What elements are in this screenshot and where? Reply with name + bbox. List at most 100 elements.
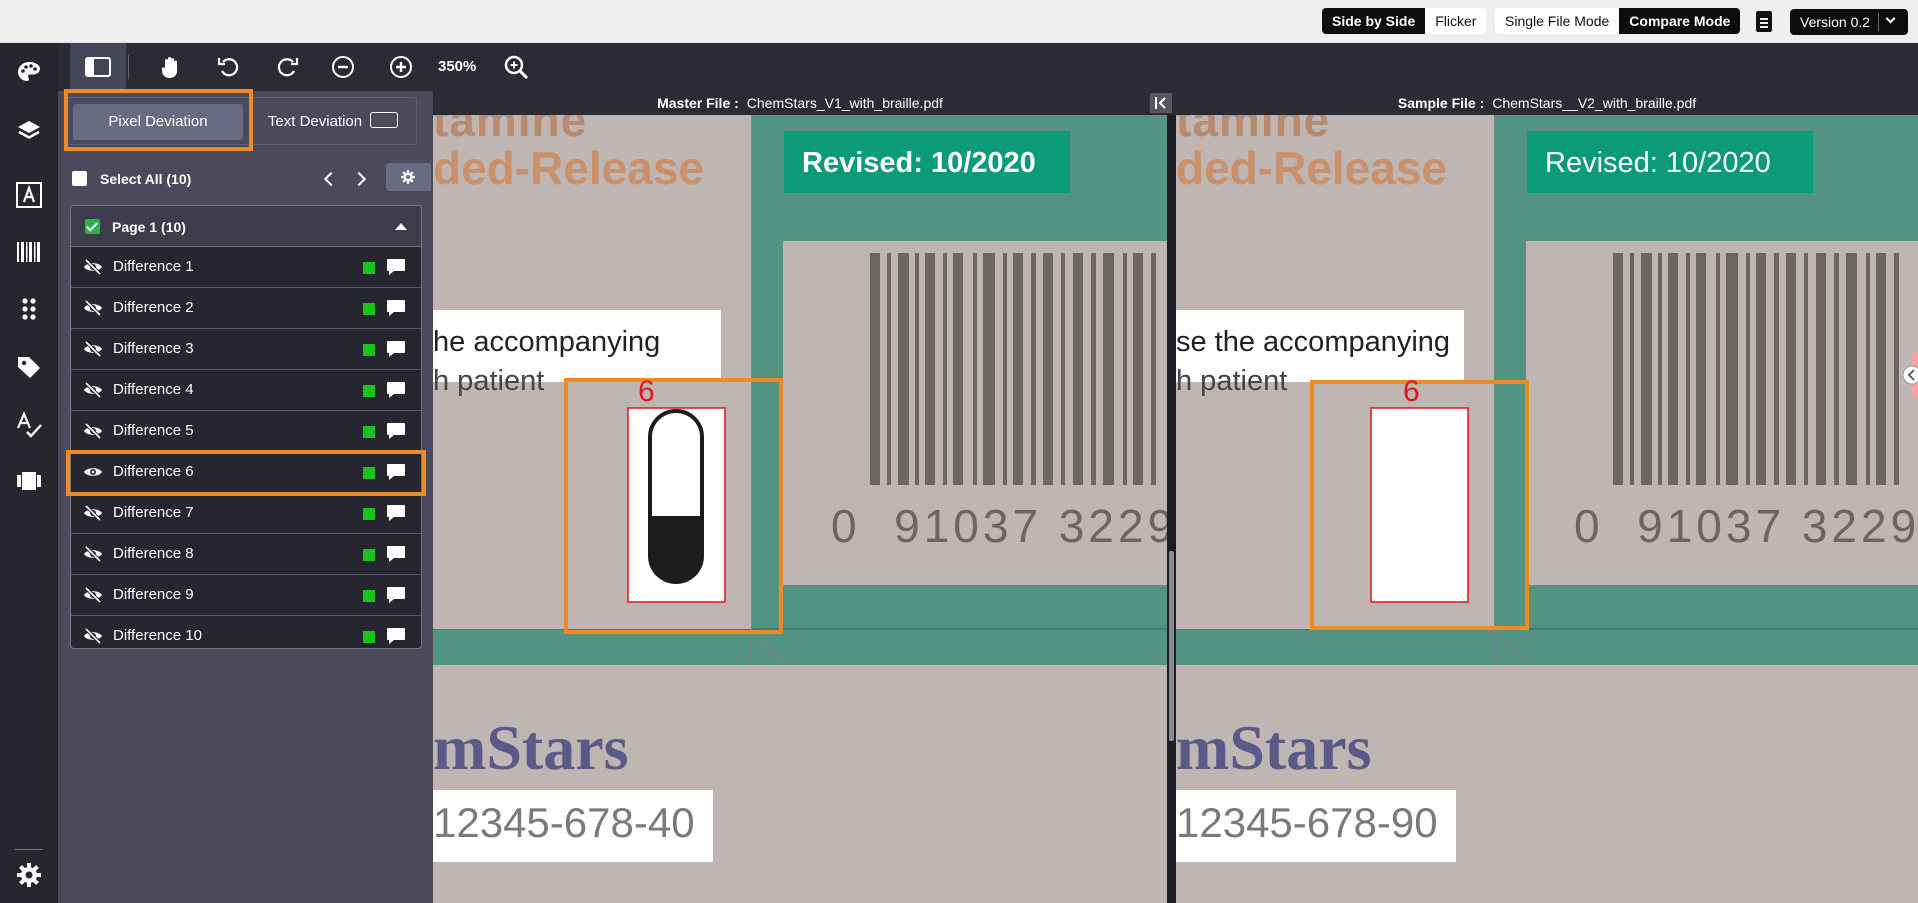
master-pane[interactable]: tamine ded-Release Revised: 10/2020 he a… bbox=[433, 115, 1167, 903]
barcode-icon[interactable] bbox=[15, 238, 43, 266]
version-dropdown[interactable]: Version 0.2 bbox=[1790, 9, 1908, 35]
zoom-in-icon[interactable] bbox=[388, 54, 414, 80]
view-mode-toggle: Side by Side Flicker bbox=[1322, 8, 1487, 34]
status-indicator bbox=[363, 549, 375, 561]
settings-gear-icon[interactable] bbox=[15, 861, 43, 889]
compare-viewer: Master File : ChemStars_V1_with_braille.p… bbox=[433, 91, 1918, 903]
compare-mode-button[interactable]: Compare Mode bbox=[1619, 8, 1741, 34]
comment-icon[interactable] bbox=[386, 463, 406, 481]
sample-pane[interactable]: tamine ded-Release Revised: 10/2020 se t… bbox=[1176, 115, 1918, 903]
eye-slash-icon[interactable] bbox=[83, 504, 103, 522]
eye-slash-icon[interactable] bbox=[83, 381, 103, 399]
braille-icon[interactable] bbox=[15, 295, 43, 323]
single-file-mode-button[interactable]: Single File Mode bbox=[1495, 8, 1619, 34]
top-bar: Side by Side Flicker Single File Mode Co… bbox=[0, 0, 1918, 43]
side-by-side-button[interactable]: Side by Side bbox=[1322, 8, 1426, 34]
collapse-caret-icon[interactable] bbox=[395, 223, 407, 230]
tab-text-deviation-label: Text Deviation bbox=[267, 113, 363, 130]
list-item[interactable]: Difference 3 bbox=[71, 329, 421, 370]
comment-icon[interactable] bbox=[386, 422, 406, 440]
master-ndc-text: 12345-678-40 bbox=[433, 799, 695, 846]
tab-text-deviation[interactable]: Text Deviation bbox=[253, 104, 413, 140]
comment-icon[interactable] bbox=[386, 627, 406, 645]
previous-difference-icon[interactable] bbox=[323, 171, 339, 187]
eye-slash-icon[interactable] bbox=[83, 258, 103, 276]
status-indicator bbox=[363, 385, 375, 397]
comment-icon[interactable] bbox=[386, 340, 406, 358]
master-patient-text: h patient bbox=[433, 365, 545, 397]
eye-slash-icon[interactable] bbox=[83, 422, 103, 440]
pan-hand-icon[interactable] bbox=[158, 54, 184, 80]
sample-revised-badge: Revised: 10/2020 bbox=[1545, 147, 1771, 179]
page-group-header[interactable]: Page 1 (10) bbox=[71, 206, 421, 247]
flicker-button[interactable]: Flicker bbox=[1425, 8, 1486, 34]
eye-slash-icon[interactable] bbox=[83, 586, 103, 604]
master-file-header: Master File : ChemStars_V1_with_braille.p… bbox=[433, 91, 1167, 115]
eye-slash-icon[interactable] bbox=[83, 340, 103, 358]
list-settings-button[interactable] bbox=[386, 163, 431, 191]
difference-label: Difference 10 bbox=[113, 627, 202, 644]
difference-label: Difference 8 bbox=[113, 545, 194, 562]
comment-icon[interactable] bbox=[386, 258, 406, 276]
swap-icon bbox=[370, 112, 399, 129]
spellcheck-icon[interactable] bbox=[15, 411, 43, 439]
zoom-level: 350% bbox=[438, 58, 477, 75]
rotate-left-icon[interactable] bbox=[216, 54, 242, 80]
palette-icon[interactable] bbox=[15, 59, 43, 87]
chevron-down-icon bbox=[1885, 13, 1896, 24]
comment-icon[interactable] bbox=[386, 299, 406, 317]
master-accompanying-text: he accompanying bbox=[433, 326, 661, 358]
eye-slash-icon[interactable] bbox=[83, 627, 103, 645]
master-revised-badge: Revised: 10/2020 bbox=[802, 147, 1036, 179]
list-item[interactable]: Difference 5 bbox=[71, 411, 421, 452]
list-item[interactable]: Difference 10 bbox=[71, 616, 421, 648]
vertical-scrollbar[interactable] bbox=[1169, 551, 1174, 741]
list-item[interactable]: Difference 6 bbox=[71, 452, 421, 493]
tag-icon[interactable] bbox=[15, 353, 43, 381]
sample-file-header: Sample File : ChemStars__V2_with_braille.… bbox=[1176, 91, 1918, 115]
difference-label: Difference 7 bbox=[113, 504, 194, 521]
list-item[interactable]: Difference 8 bbox=[71, 534, 421, 575]
sample-file-label: Sample File : bbox=[1397, 95, 1485, 111]
file-mode-toggle: Single File Mode Compare Mode bbox=[1495, 8, 1741, 34]
pane-divider[interactable] bbox=[1167, 115, 1176, 903]
master-barcode-number: 0 91037 3229 bbox=[831, 500, 1167, 552]
page-group-label: Page 1 (10) bbox=[112, 219, 186, 235]
difference-label: Difference 5 bbox=[113, 422, 194, 439]
status-indicator bbox=[363, 262, 375, 274]
comment-icon[interactable] bbox=[386, 545, 406, 563]
left-rail bbox=[0, 43, 58, 903]
zoom-out-icon[interactable] bbox=[330, 54, 356, 80]
text-tool-icon[interactable] bbox=[15, 181, 43, 209]
collapse-left-button[interactable] bbox=[1150, 93, 1172, 113]
rotate-right-icon[interactable] bbox=[274, 54, 300, 80]
document-icon[interactable] bbox=[1756, 11, 1772, 32]
next-difference-icon[interactable] bbox=[351, 171, 367, 187]
list-item[interactable]: Difference 2 bbox=[71, 288, 421, 329]
select-all-row: Select All (10) bbox=[72, 163, 431, 195]
list-item[interactable]: Difference 7 bbox=[71, 493, 421, 534]
comment-icon[interactable] bbox=[386, 586, 406, 604]
difference-list: Page 1 (10) Difference 1 Difference 2 Diff… bbox=[70, 205, 422, 649]
eye-slash-icon[interactable] bbox=[83, 299, 103, 317]
eye-slash-icon[interactable] bbox=[83, 545, 103, 563]
select-all-checkbox[interactable] bbox=[72, 171, 87, 186]
compare-pages-icon[interactable] bbox=[15, 467, 43, 495]
list-item[interactable]: Difference 4 bbox=[71, 370, 421, 411]
toggle-panel-button[interactable] bbox=[70, 43, 126, 91]
page-checkbox[interactable] bbox=[85, 219, 100, 234]
difference-label: Difference 3 bbox=[113, 340, 194, 357]
layers-icon[interactable] bbox=[15, 117, 43, 145]
select-all-label: Select All (10) bbox=[100, 171, 192, 187]
list-item[interactable]: Difference 9 bbox=[71, 575, 421, 616]
sample-patient-text: h patient bbox=[1176, 365, 1288, 397]
status-indicator bbox=[363, 426, 375, 438]
eye-icon[interactable] bbox=[83, 464, 103, 480]
status-indicator bbox=[363, 303, 375, 315]
list-item[interactable]: Difference 1 bbox=[71, 247, 421, 288]
sample-ndc-text: 12345-678-90 bbox=[1176, 799, 1438, 846]
magnifier-icon[interactable] bbox=[503, 54, 529, 80]
comment-icon[interactable] bbox=[386, 504, 406, 522]
tab-pixel-deviation[interactable]: Pixel Deviation bbox=[73, 104, 243, 140]
comment-icon[interactable] bbox=[386, 381, 406, 399]
